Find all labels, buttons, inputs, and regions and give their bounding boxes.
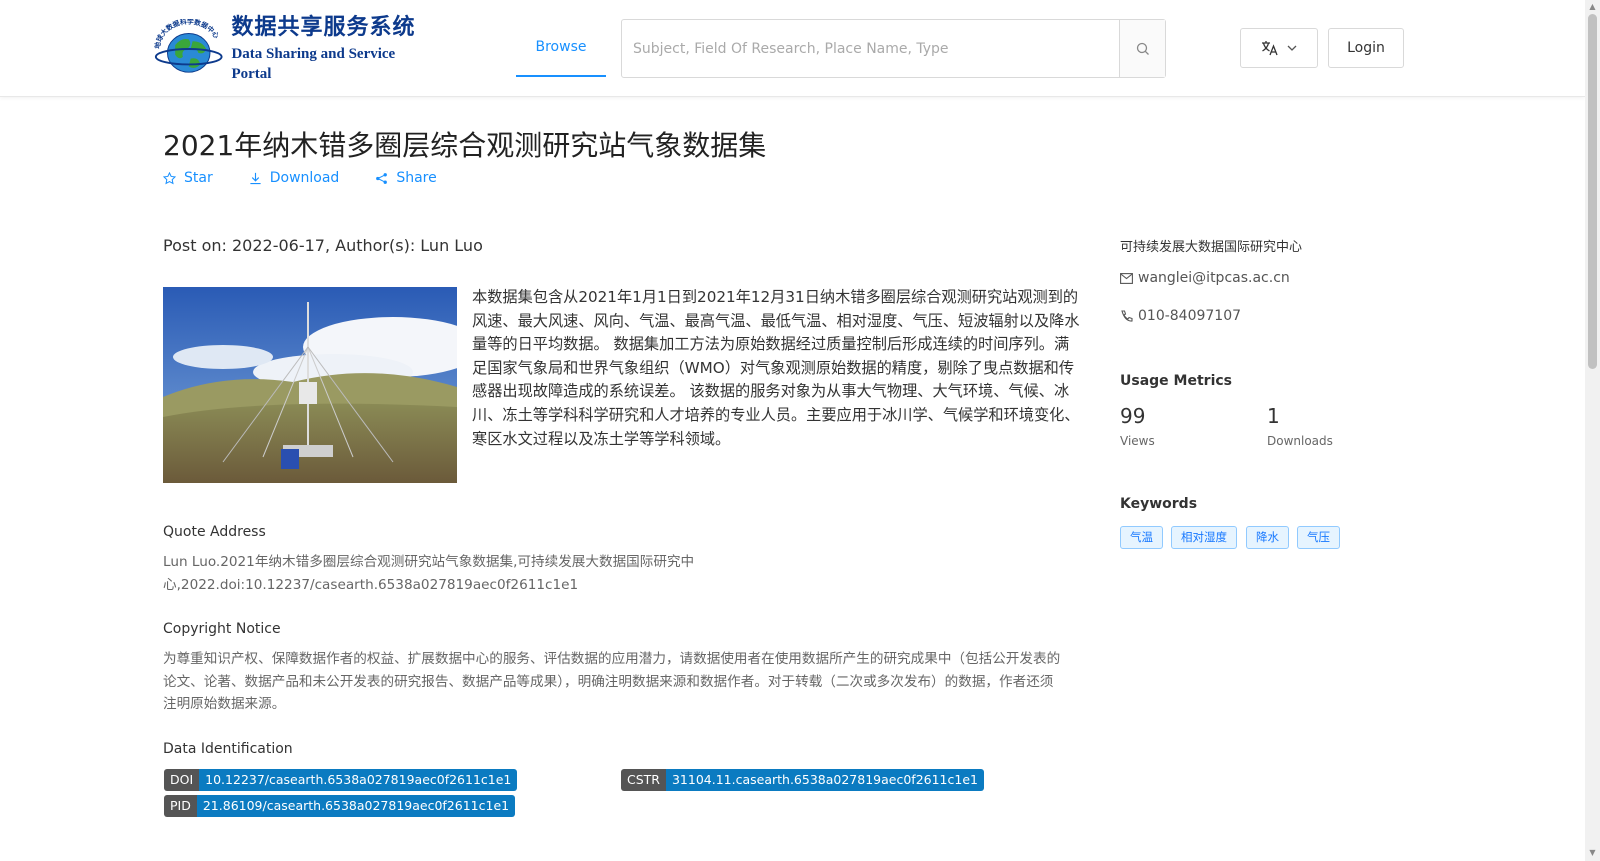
login-button[interactable]: Login bbox=[1328, 28, 1404, 68]
contact-email-text: wanglei@itpcas.ac.cn bbox=[1138, 270, 1290, 286]
doi-badge[interactable]: DOI 10.12237/casearth.6538a027819aec0f26… bbox=[164, 769, 518, 791]
search-bar bbox=[621, 19, 1166, 78]
scrollbar-thumb[interactable] bbox=[1588, 14, 1597, 369]
share-label: Share bbox=[396, 170, 437, 186]
globe-logo-icon: 地球大数据科学数据中心 bbox=[153, 19, 223, 73]
downloads-label: Downloads bbox=[1267, 434, 1333, 448]
search-button[interactable] bbox=[1119, 20, 1165, 77]
copyright-line: 论文、论著、数据产品和未公开发表的研究报告、数据产品等成果），明确注明数据来源和… bbox=[163, 673, 1054, 690]
download-button[interactable]: Download bbox=[249, 170, 340, 186]
mail-icon bbox=[1120, 272, 1133, 284]
copyright-text: 为尊重知识产权、保障数据作者的权益、扩展数据中心的服务、评估数据的应用潜力，请数… bbox=[163, 648, 1083, 716]
doi-badge-label: DOI bbox=[164, 769, 200, 791]
doi-badge-value: 10.12237/casearth.6538a027819aec0f2611c1… bbox=[199, 769, 518, 791]
cstr-badge-value: 31104.11.casearth.6538a027819aec0f2611c1… bbox=[665, 769, 984, 791]
views-label: Views bbox=[1120, 434, 1155, 448]
pid-badge-value: 21.86109/casearth.6538a027819aec0f2611c1… bbox=[196, 795, 516, 817]
logo-title-en: Data Sharing and Service Portal bbox=[231, 46, 396, 82]
keywords-heading: Keywords bbox=[1120, 496, 1198, 512]
star-icon bbox=[163, 171, 176, 184]
contact-email[interactable]: wanglei@itpcas.ac.cn bbox=[1120, 270, 1290, 286]
keyword-tag[interactable]: 降水 bbox=[1246, 526, 1289, 549]
organization-name: 可持续发展大数据国际研究中心 bbox=[1120, 240, 1303, 255]
contact-phone-text: 010-84097107 bbox=[1138, 308, 1242, 324]
cstr-badge[interactable]: CSTR 31104.11.casearth.6538a027819aec0f2… bbox=[621, 769, 984, 791]
share-icon bbox=[376, 172, 388, 184]
quote-line: Lun Luo.2021年纳木错多圈层综合观测研究站气象数据集,可持续发展大数据… bbox=[163, 554, 695, 570]
dataset-thumbnail-image bbox=[163, 287, 457, 483]
usage-metrics-heading: Usage Metrics bbox=[1120, 373, 1232, 389]
keyword-tag[interactable]: 气温 bbox=[1120, 526, 1163, 549]
identification-heading: Data Identification bbox=[163, 741, 293, 757]
keyword-tag[interactable]: 相对湿度 bbox=[1171, 526, 1237, 549]
cstr-badge-label: CSTR bbox=[621, 769, 666, 791]
dataset-description: 本数据集包含从2021年1月1日到2021年12月31日纳木错多圈层综合观测研究… bbox=[472, 288, 1080, 448]
star-button[interactable]: Star bbox=[163, 170, 213, 186]
top-header: 地球大数据科学数据中心 数据共享服务系统 Data Sharing and Se… bbox=[0, 0, 1585, 97]
scroll-down-arrow-icon[interactable]: ▼ bbox=[1588, 848, 1597, 858]
pid-badge[interactable]: PID 21.86109/casearth.6538a027819aec0f26… bbox=[164, 795, 516, 817]
copyright-heading: Copyright Notice bbox=[163, 621, 281, 637]
dataset-title: 2021年纳木错多圈层综合观测研究站气象数据集 bbox=[163, 129, 767, 162]
quote-text: Lun Luo.2021年纳木错多圈层综合观测研究站气象数据集,可持续发展大数据… bbox=[163, 551, 694, 596]
share-button[interactable]: Share bbox=[375, 170, 437, 186]
pid-badge-label: PID bbox=[164, 795, 197, 817]
phone-icon bbox=[1121, 309, 1133, 322]
quote-heading: Quote Address bbox=[163, 524, 266, 540]
downloads-count: 1 bbox=[1267, 404, 1280, 428]
chevron-down-icon bbox=[1287, 45, 1297, 51]
search-icon bbox=[1136, 42, 1149, 55]
views-count: 99 bbox=[1120, 404, 1146, 428]
contact-phone: 010-84097107 bbox=[1120, 308, 1241, 324]
post-meta: Post on: 2022-06-17, Author(s): Lun Luo bbox=[163, 236, 483, 255]
logo-title-cn: 数据共享服务系统 bbox=[231, 15, 416, 40]
site-logo[interactable]: 地球大数据科学数据中心 数据共享服务系统 Data Sharing and Se… bbox=[152, 15, 432, 82]
language-switch-button[interactable] bbox=[1240, 28, 1318, 68]
search-input[interactable] bbox=[622, 20, 1119, 77]
quote-line: 心,2022.doi:10.12237/casearth.6538a027819… bbox=[163, 576, 579, 593]
translate-icon bbox=[1262, 41, 1278, 56]
star-label: Star bbox=[184, 170, 213, 186]
dataset-actions: Star Download Share bbox=[163, 170, 437, 186]
keyword-tag[interactable]: 气压 bbox=[1297, 526, 1340, 549]
copyright-line: 为尊重知识产权、保障数据作者的权益、扩展数据中心的服务、评估数据的应用潜力，请数… bbox=[163, 651, 1061, 667]
nav-browse-tab[interactable]: Browse bbox=[516, 20, 606, 77]
download-icon bbox=[250, 172, 261, 184]
scroll-up-arrow-icon[interactable]: ▲ bbox=[1588, 2, 1597, 12]
copyright-line: 注明原始数据来源。 bbox=[163, 696, 286, 712]
download-label: Download bbox=[269, 170, 340, 186]
